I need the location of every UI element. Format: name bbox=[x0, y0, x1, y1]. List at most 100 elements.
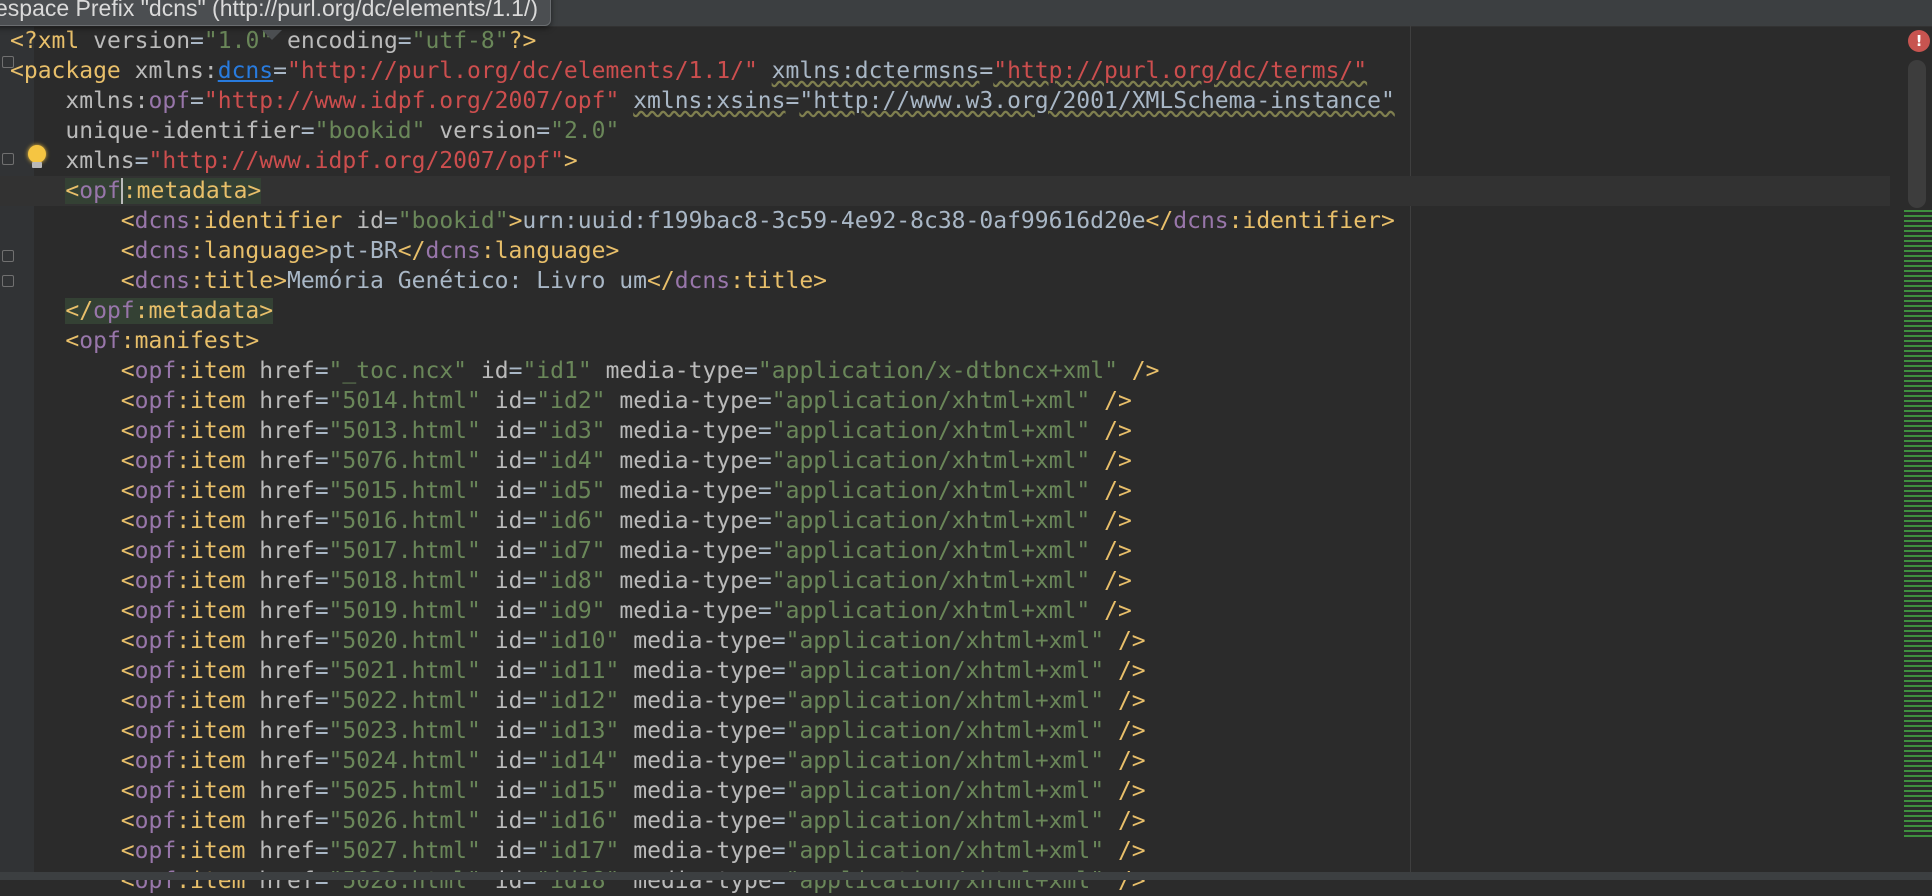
code-content[interactable]: <?xml version="1.0" encoding="utf-8"?> <p… bbox=[0, 26, 1890, 896]
code-token: /> bbox=[1117, 718, 1146, 744]
stripe-mark bbox=[1904, 470, 1932, 472]
code-line[interactable]: <?xml version="1.0" encoding="utf-8"?> bbox=[10, 26, 1890, 56]
code-line[interactable]: <opf:item href="5026.html" id="id16" med… bbox=[10, 806, 1890, 836]
code-line[interactable]: <dcns:language>pt-BR</dcns:language> bbox=[10, 236, 1890, 266]
stripe-mark bbox=[1904, 235, 1932, 237]
code-token: = bbox=[314, 718, 329, 744]
code-token: opf bbox=[134, 598, 177, 624]
code-line[interactable]: xmlns:opf="http://www.idpf.org/2007/opf"… bbox=[10, 86, 1890, 116]
code-line[interactable]: <opf:item href="5028.html" id="id18" med… bbox=[10, 866, 1890, 896]
fold-toggle-icon[interactable] bbox=[2, 275, 14, 287]
code-line[interactable]: <opf:item href="5019.html" id="id9" medi… bbox=[10, 596, 1890, 626]
stripe-mark bbox=[1904, 730, 1932, 732]
horizontal-scrollbar-track[interactable] bbox=[0, 872, 1932, 880]
code-token: = bbox=[314, 358, 329, 384]
code-token: media-type bbox=[619, 418, 758, 444]
code-token: = bbox=[522, 478, 537, 504]
code-token: :item bbox=[176, 778, 246, 804]
code-token: media-type bbox=[633, 808, 772, 834]
code-token: "5076.html" bbox=[328, 448, 481, 474]
stripe-mark bbox=[1904, 595, 1932, 597]
stripe-mark bbox=[1904, 630, 1932, 632]
code-token: :item bbox=[176, 448, 246, 474]
code-line[interactable]: <package xmlns:dcns="http://purl.org/dc/… bbox=[10, 56, 1890, 86]
code-token: = bbox=[771, 658, 786, 684]
stripe-mark bbox=[1904, 720, 1932, 722]
code-line[interactable]: <opf:item href="5022.html" id="id12" med… bbox=[10, 686, 1890, 716]
code-editor[interactable]: <?xml version="1.0" encoding="utf-8"?> <p… bbox=[0, 0, 1932, 894]
code-line[interactable]: <opf:item href="5018.html" id="id8" medi… bbox=[10, 566, 1890, 596]
code-line[interactable]: xmlns="http://www.idpf.org/2007/opf"> bbox=[10, 146, 1890, 176]
code-token: href bbox=[259, 688, 315, 714]
code-line[interactable]: <opf:item href="5014.html" id="id2" medi… bbox=[10, 386, 1890, 416]
code-line[interactable]: <opf:item href="5076.html" id="id4" medi… bbox=[10, 446, 1890, 476]
code-token: = bbox=[757, 598, 772, 624]
stripe-mark bbox=[1904, 240, 1932, 242]
stripe-mark bbox=[1904, 715, 1932, 717]
code-token: :item bbox=[176, 688, 246, 714]
code-line[interactable]: <dcns:identifier id="bookid">urn:uuid:f1… bbox=[10, 206, 1890, 236]
code-line[interactable]: <opf:metadata> bbox=[0, 176, 1890, 206]
code-token: "id6" bbox=[536, 508, 606, 534]
code-token: href bbox=[259, 718, 315, 744]
code-line[interactable]: <opf:item href="5020.html" id="id10" med… bbox=[10, 626, 1890, 656]
stripe-mark bbox=[1904, 510, 1932, 512]
code-line[interactable]: <opf:item href="5023.html" id="id13" med… bbox=[10, 716, 1890, 746]
code-token: href bbox=[259, 748, 315, 774]
fold-toggle-icon[interactable] bbox=[2, 250, 14, 262]
code-line[interactable]: <opf:item href="_toc.ncx" id="id1" media… bbox=[10, 356, 1890, 386]
stripe-mark bbox=[1904, 780, 1932, 782]
error-indicator-icon[interactable]: ! bbox=[1908, 30, 1930, 52]
code-line[interactable]: <opf:item href="5027.html" id="id17" med… bbox=[10, 836, 1890, 866]
code-token: < bbox=[120, 568, 135, 594]
code-token: encoding bbox=[287, 28, 398, 54]
stripe-mark bbox=[1904, 590, 1932, 592]
code-line[interactable]: <opf:item href="5025.html" id="id15" med… bbox=[10, 776, 1890, 806]
code-token: :item bbox=[176, 508, 246, 534]
code-line[interactable]: <opf:item href="5013.html" id="id3" medi… bbox=[10, 416, 1890, 446]
code-token: opf bbox=[134, 808, 177, 834]
fold-toggle-icon[interactable] bbox=[2, 153, 14, 165]
code-line[interactable]: <opf:item href="5017.html" id="id7" medi… bbox=[10, 536, 1890, 566]
code-token: "bookid" bbox=[314, 118, 426, 144]
code-token: :item bbox=[176, 568, 246, 594]
vertical-scrollbar[interactable] bbox=[1908, 60, 1926, 208]
code-token: /> bbox=[1117, 808, 1146, 834]
code-line[interactable]: unique-identifier="bookid" version="2.0" bbox=[10, 116, 1890, 146]
code-line[interactable]: </opf:metadata> bbox=[10, 296, 1890, 326]
code-token: opf bbox=[134, 658, 177, 684]
code-token: /> bbox=[1104, 478, 1132, 504]
stripe-mark bbox=[1904, 505, 1932, 507]
code-token: = bbox=[314, 538, 329, 564]
code-line[interactable]: <opf:item href="5024.html" id="id14" med… bbox=[10, 746, 1890, 776]
code-line[interactable]: <opf:item href="5015.html" id="id5" medi… bbox=[10, 476, 1890, 506]
fold-toggle-icon[interactable] bbox=[2, 56, 14, 68]
intention-bulb-icon[interactable] bbox=[26, 143, 48, 173]
code-line[interactable]: <opf:item href="5016.html" id="id6" medi… bbox=[10, 506, 1890, 536]
stripe-mark bbox=[1904, 455, 1932, 457]
stripe-mark bbox=[1904, 220, 1932, 222]
code-token: "id5" bbox=[536, 478, 606, 504]
stripe-mark bbox=[1904, 385, 1932, 387]
stripe-mark bbox=[1904, 835, 1932, 837]
stripe-mark bbox=[1904, 670, 1932, 672]
code-line[interactable]: <dcns:title>Memória Genético: Livro um</… bbox=[10, 266, 1890, 296]
code-token: urn:uuid:f199bac8-3c59-4e92-8c38-0af9961… bbox=[522, 208, 1146, 234]
code-line[interactable]: <opf:manifest> bbox=[10, 326, 1890, 356]
stripe-mark bbox=[1904, 735, 1932, 737]
code-line[interactable]: <opf:item href="5021.html" id="id11" med… bbox=[10, 656, 1890, 686]
